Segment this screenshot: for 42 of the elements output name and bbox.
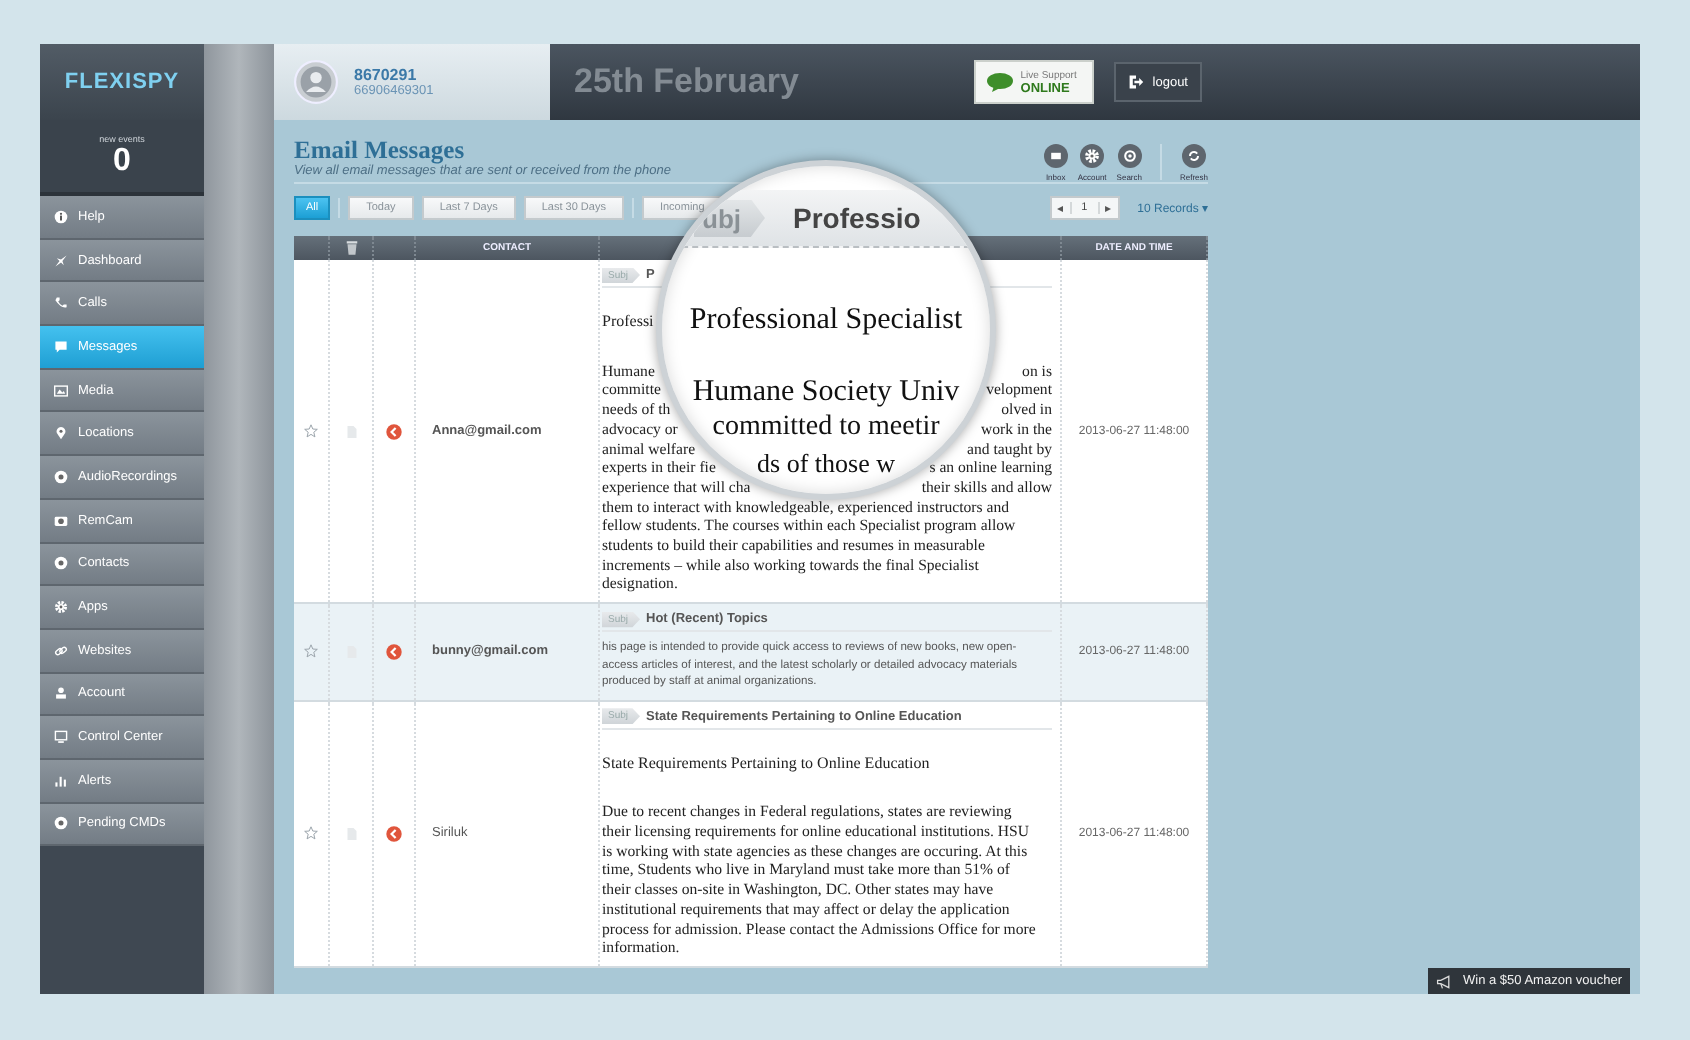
- subject-text: Professio: [793, 202, 921, 234]
- settings-icon: [1084, 148, 1101, 164]
- circle-icon: [54, 816, 68, 831]
- phone-icon: [54, 296, 68, 311]
- refresh-icon: [1185, 148, 1202, 164]
- trash-icon: [345, 240, 357, 256]
- page-title: Email Messages: [294, 138, 467, 164]
- speech-bubble-icon: [986, 72, 1015, 92]
- document-icon: [345, 825, 357, 842]
- pin-icon: [54, 426, 68, 441]
- magnified-title: Professional Specialist: [689, 304, 963, 338]
- phone-number: 8670291: [354, 66, 419, 84]
- arrow-circle-icon: [386, 825, 402, 842]
- table-row[interactable]: [294, 604, 1208, 702]
- monitor-icon: [54, 730, 68, 745]
- arrow-circle-icon: [386, 643, 402, 660]
- magnified-text: Humane Society Univ: [692, 374, 960, 410]
- logo: FLEXISPY: [40, 44, 204, 120]
- circle-icon: [54, 556, 68, 571]
- circle-icon: [54, 469, 68, 484]
- table-row[interactable]: [294, 701, 1208, 968]
- magnified-text: ds of those w: [757, 446, 895, 482]
- message-title: State Requirements Pertaining to Online Education: [602, 753, 930, 773]
- inbox-icon: [1047, 148, 1064, 164]
- megaphone-icon: [1435, 973, 1451, 989]
- avatar-icon: [294, 60, 338, 104]
- magnified-text: committed to meetir: [712, 410, 940, 446]
- bars-icon: [54, 773, 68, 788]
- settings-icon: [54, 600, 68, 615]
- camera-icon: [54, 513, 68, 528]
- info-icon: [54, 209, 68, 224]
- events-count: 0: [113, 144, 131, 178]
- arrow-circle-icon: [386, 423, 402, 440]
- logout-icon: [1128, 74, 1145, 90]
- message-title: Professi: [602, 312, 654, 332]
- picture-icon: [54, 383, 68, 398]
- message-icon: [54, 339, 68, 354]
- at-sign-icon: [1121, 148, 1138, 164]
- link-icon: [54, 643, 68, 658]
- document-icon: [345, 423, 357, 440]
- date-heading: 25th February: [574, 62, 801, 102]
- person-icon: [54, 686, 68, 701]
